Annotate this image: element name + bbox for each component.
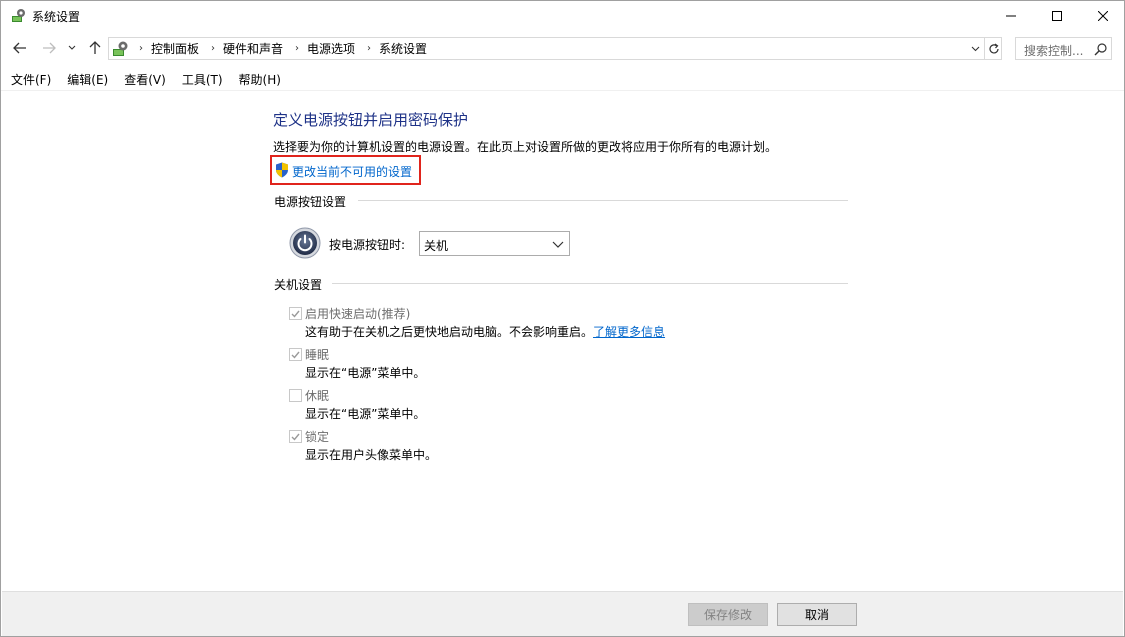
search-placeholder: 搜索控制... (1024, 44, 1084, 58)
menu-help[interactable]: 帮助(H) (239, 68, 281, 90)
menu-file[interactable]: 文件(F) (11, 68, 51, 90)
control-panel-icon (12, 9, 25, 22)
forward-button[interactable] (40, 39, 58, 57)
breadcrumb: › 控制面板 › 硬件和声音 › 电源选项 › 系统设置 (134, 38, 434, 59)
shutdown-section-heading: 关机设置 (274, 278, 323, 292)
address-dropdown-button[interactable] (966, 38, 984, 59)
chevron-right-icon: › (139, 43, 143, 54)
hibernate-label: 休眠 (305, 389, 330, 403)
fast-startup-desc-text: 这有助于在关机之后更快地启动电脑。不会影响重启。 (305, 325, 594, 339)
arrow-right-icon (43, 42, 56, 54)
hibernate-checkbox[interactable] (289, 389, 302, 402)
cancel-button[interactable]: 取消 (777, 603, 857, 626)
menu-edit[interactable]: 编辑(E) (67, 68, 108, 90)
learn-more-link[interactable]: 了解更多信息 (593, 325, 665, 339)
breadcrumb-item-system-settings[interactable]: 系统设置 (376, 40, 434, 57)
fast-startup-checkbox[interactable] (289, 307, 302, 320)
breadcrumb-item-hardware-sound[interactable]: 硬件和声音 (220, 40, 290, 57)
section-divider (332, 283, 848, 284)
menu-bar: 文件(F) 编辑(E) 查看(V) 工具(T) 帮助(H) (1, 68, 287, 90)
control-panel-window: 系统设置 › 控制面板 › 硬件和声音 › 电源选项 › 系统设置 搜索控制..… (0, 0, 1125, 637)
menu-tools[interactable]: 工具(T) (182, 68, 223, 90)
chevron-right-icon[interactable]: › (206, 43, 220, 54)
minimize-icon (1006, 15, 1016, 17)
uac-shield-icon (276, 162, 288, 178)
chevron-right-icon[interactable]: › (290, 43, 304, 54)
menu-divider (1, 90, 1124, 91)
sleep-label: 睡眠 (305, 348, 330, 362)
menu-view[interactable]: 查看(V) (124, 68, 166, 90)
hibernate-description: 显示在“电源”菜单中。 (305, 407, 426, 421)
refresh-button[interactable] (984, 38, 1002, 59)
search-input[interactable]: 搜索控制... (1015, 37, 1112, 60)
sleep-description: 显示在“电源”菜单中。 (305, 366, 426, 380)
power-button-section-heading: 电源按钮设置 (274, 195, 347, 209)
save-changes-button[interactable]: 保存修改 (688, 603, 768, 626)
address-bar[interactable]: › 控制面板 › 硬件和声音 › 电源选项 › 系统设置 (108, 37, 1002, 60)
search-icon[interactable] (1094, 42, 1108, 56)
arrow-left-icon (13, 42, 26, 54)
chevron-down-icon (552, 241, 564, 248)
checkmark-icon (291, 310, 300, 318)
chevron-down-icon (971, 46, 979, 51)
minimize-button[interactable] (988, 1, 1034, 31)
power-icon (289, 227, 321, 259)
checkmark-icon (291, 433, 300, 441)
page-title: 定义电源按钮并启用密码保护 (273, 111, 469, 129)
lock-label: 锁定 (305, 430, 330, 444)
breadcrumb-item-power-options[interactable]: 电源选项 (304, 40, 362, 57)
change-unavailable-settings-link[interactable]: 更改当前不可用的设置 (292, 163, 412, 180)
highlight-box: 更改当前不可用的设置 (270, 155, 421, 185)
chevron-right-icon[interactable]: › (362, 43, 376, 54)
page-description: 选择要为你的计算机设置的电源设置。在此页上对设置所做的更改将应用于你所有的电源计… (273, 140, 778, 154)
window-title: 系统设置 (32, 10, 81, 24)
checkmark-icon (291, 351, 300, 359)
title-bar: 系统设置 (1, 1, 1124, 32)
recent-locations-button[interactable] (65, 39, 79, 57)
footer-bar: 保存修改 取消 (2, 592, 1123, 636)
fast-startup-label: 启用快速启动(推荐) (305, 307, 411, 321)
arrow-up-icon (89, 41, 101, 54)
chevron-down-icon (68, 45, 76, 50)
close-icon (1098, 11, 1108, 21)
section-divider (358, 200, 848, 201)
navigation-bar: › 控制面板 › 硬件和声音 › 电源选项 › 系统设置 搜索控制... (1, 34, 1124, 62)
refresh-icon (988, 43, 999, 53)
lock-description: 显示在用户头像菜单中。 (305, 448, 438, 462)
lock-checkbox[interactable] (289, 430, 302, 443)
maximize-icon (1052, 11, 1062, 21)
back-button[interactable] (11, 39, 29, 57)
breadcrumb-item-control-panel[interactable]: 控制面板 (148, 40, 206, 57)
fast-startup-description: 这有助于在关机之后更快地启动电脑。不会影响重启。了解更多信息 (305, 323, 665, 340)
power-button-label: 按电源按钮时: (329, 238, 406, 252)
close-button[interactable] (1080, 1, 1125, 31)
power-button-action-value: 关机 (424, 239, 449, 253)
power-button-action-select[interactable]: 关机 (419, 231, 570, 256)
sleep-checkbox[interactable] (289, 348, 302, 361)
maximize-button[interactable] (1034, 1, 1080, 31)
control-panel-icon (113, 41, 128, 56)
up-button[interactable] (86, 39, 104, 57)
